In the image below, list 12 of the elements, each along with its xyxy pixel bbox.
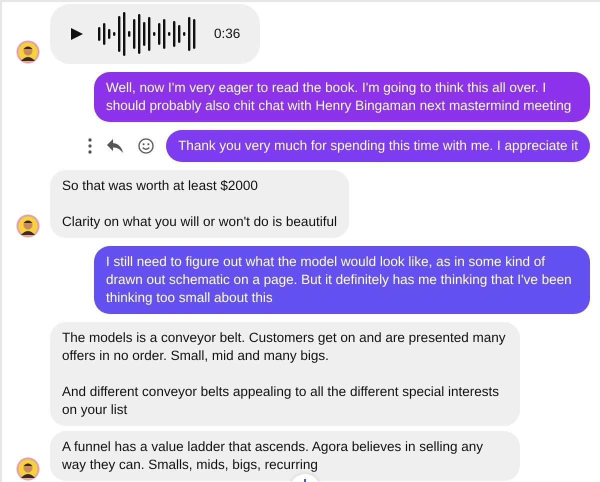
message-text: Thank you very much for spending this time with me. I appreciate it [166,130,590,162]
voice-message[interactable]: 0:36 [50,4,260,64]
reply-icon[interactable] [106,138,124,154]
message-text: A funnel has a value ladder that ascends. Agora believes in selling any way they can. Smalls, mids, bigs, recurring [50,431,520,481]
message-text: So that was worth at least $2000 Clarity on what you will or won't do is beautiful [50,170,349,238]
more-icon[interactable] [88,138,92,154]
message-text: I still need to figure out what the model would look like, as in some kind of drawn out schematic on a page. But it definitely has me thinking that I've been thinking too small about this [94,246,590,314]
message-text: The models is a conveyor belt. Customers get on and are presented many offers in no order. Small, mid and many bigs. And different conveyor belts appealing to all the different special interests on your list [50,322,520,426]
voice-duration: 0:36 [214,25,240,43]
emoji-icon[interactable] [138,138,154,154]
message-text: Well, now I'm very eager to read the book. I'm going to think this all over. I should probably also chit chat with Henry Bingaman next mastermind meeting [94,72,590,122]
play-icon[interactable] [70,27,84,41]
